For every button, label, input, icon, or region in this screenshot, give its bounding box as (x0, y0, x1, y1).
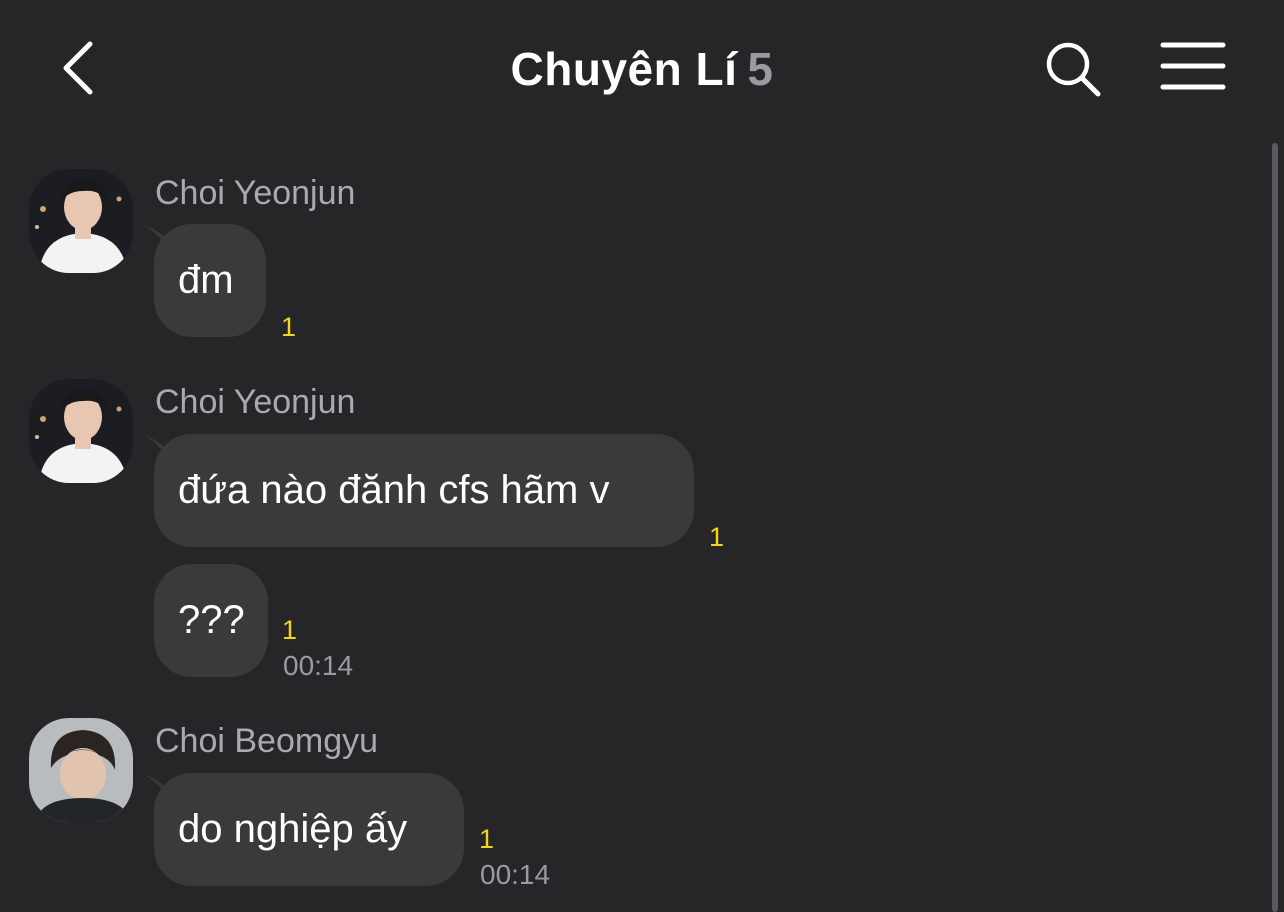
message-sender: Choi Yeonjun (155, 174, 356, 212)
avatar-choi-yeonjun[interactable] (29, 169, 133, 273)
member-count: 5 (747, 43, 774, 95)
unread-count: 1 (709, 522, 725, 552)
message-time: 00:14 (480, 859, 551, 890)
chat-title-text: Chuyên Lí (510, 43, 738, 95)
avatar-image (29, 718, 133, 822)
message-bubble[interactable]: đứa nào đănh cfs hãm v (154, 434, 694, 547)
search-icon (1046, 42, 1101, 97)
avatar-choi-beomgyu[interactable] (29, 718, 133, 822)
chat-header: Chuyên Lí 5 (0, 0, 1284, 140)
message-bubble[interactable]: đm (154, 224, 266, 337)
search-button[interactable] (1042, 38, 1104, 100)
message-time: 00:14 (283, 650, 354, 681)
message-sender: Choi Beomgyu (155, 722, 379, 760)
avatar-image (29, 379, 133, 483)
menu-button[interactable] (1160, 40, 1226, 94)
avatar-choi-yeonjun[interactable] (29, 379, 133, 483)
message-bubble[interactable]: ??? (154, 564, 268, 677)
hamburger-menu-icon (1160, 42, 1226, 90)
message-sender: Choi Yeonjun (155, 383, 356, 421)
avatar-image (29, 169, 133, 273)
unread-count: 1 (282, 615, 298, 645)
scrollbar[interactable] (1272, 143, 1278, 912)
unread-count: 1 (479, 824, 495, 854)
message-bubble[interactable]: do nghiệp ấy (154, 773, 464, 886)
unread-count: 1 (281, 312, 297, 342)
